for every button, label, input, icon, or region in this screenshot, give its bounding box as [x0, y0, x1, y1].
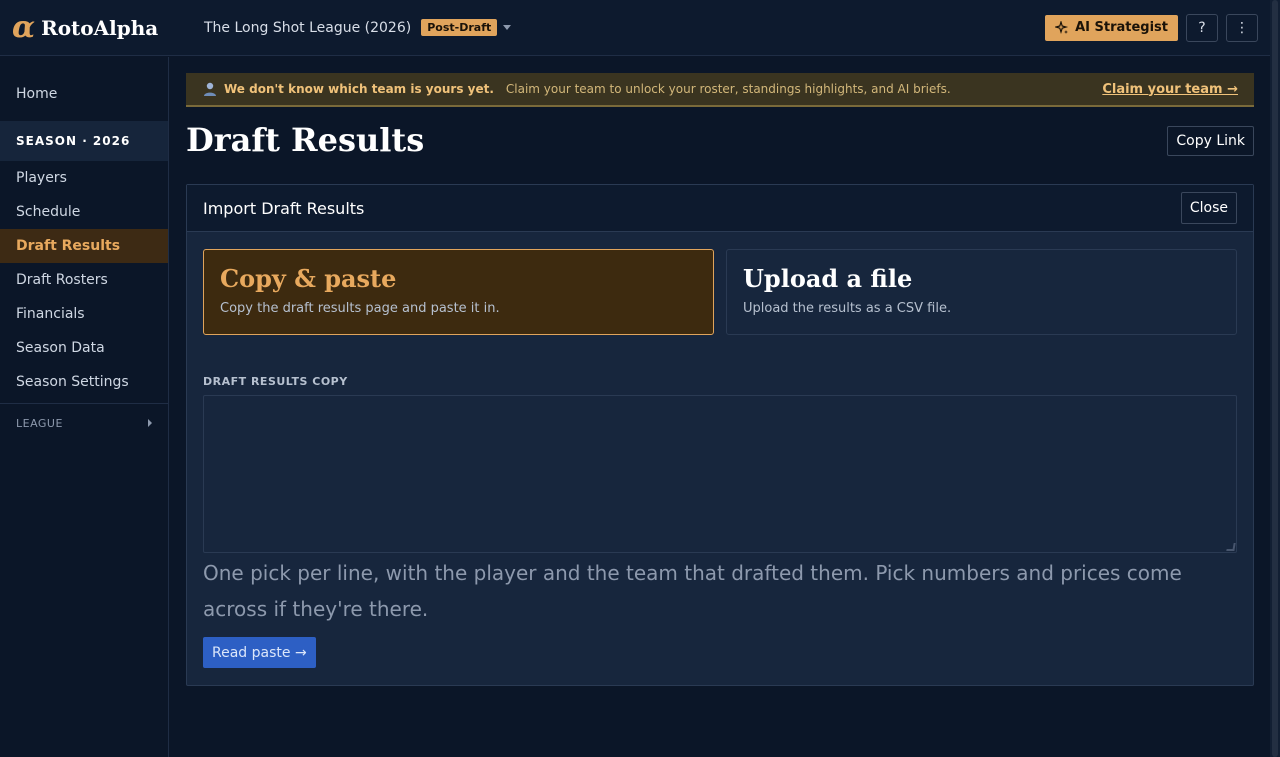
claim-team-link[interactable]: Claim your team →: [1102, 82, 1238, 97]
app-logo[interactable]: α RotoAlpha: [12, 9, 192, 45]
paste-help-text: One pick per line, with the player and t…: [203, 561, 1182, 621]
sidebar-section-league[interactable]: LEAGUE: [0, 408, 168, 438]
option-description: Copy the draft results page and paste it…: [220, 301, 500, 316]
scrollbar-thumb[interactable]: [1272, 0, 1278, 757]
help-button[interactable]: ?: [1186, 13, 1218, 42]
import-draft-panel: Import Draft Results Close Copy & paste …: [186, 184, 1254, 686]
user-icon: [204, 82, 216, 96]
option-copy-paste[interactable]: Copy & paste Copy the draft results page…: [203, 249, 714, 335]
sidebar-item-season-data[interactable]: Season Data: [0, 331, 168, 365]
option-title: Upload a file: [743, 264, 913, 293]
sidebar: Home SEASON · 2026 Players Schedule Draf…: [0, 57, 169, 757]
resize-grip-icon[interactable]: [1226, 543, 1236, 551]
sidebar-item-season-settings[interactable]: Season Settings: [0, 365, 168, 399]
sidebar-item-financials[interactable]: Financials: [0, 297, 168, 331]
league-name: The Long Shot League (2026): [204, 19, 412, 36]
sidebar-item-players[interactable]: Players: [0, 161, 168, 195]
option-description: Upload the results as a CSV file.: [743, 301, 952, 316]
alpha-logo-icon: α: [12, 9, 36, 45]
draft-results-field-label: DRAFT RESULTS COPY: [203, 375, 348, 388]
sidebar-item-home[interactable]: Home: [0, 77, 168, 111]
chevron-right-icon: [148, 419, 152, 427]
banner-message: Claim your team to unlock your roster, s…: [505, 82, 951, 96]
sidebar-section-season: SEASON · 2026: [0, 121, 168, 161]
sidebar-item-draft-results[interactable]: Draft Results: [0, 229, 168, 263]
option-title: Copy & paste: [220, 264, 397, 293]
sidebar-item-draft-rosters[interactable]: Draft Rosters: [0, 263, 168, 297]
panel-header: Import Draft Results Close: [187, 185, 1253, 232]
read-paste-button[interactable]: Read paste →: [203, 637, 316, 668]
league-section-label: LEAGUE: [16, 416, 63, 430]
page-scrollbar[interactable]: [1270, 0, 1280, 757]
sparkle-icon: [1055, 20, 1069, 34]
chevron-down-icon: [503, 25, 512, 30]
claim-team-banner: We don't know which team is yours yet. C…: [186, 73, 1254, 107]
league-status-badge: Post-Draft: [421, 19, 498, 36]
page-title: Draft Results: [186, 121, 425, 159]
app-name: RotoAlpha: [41, 15, 159, 40]
sidebar-item-schedule[interactable]: Schedule: [0, 195, 168, 229]
close-button[interactable]: Close: [1180, 192, 1237, 224]
ai-strategist-button[interactable]: AI Strategist: [1045, 14, 1178, 41]
option-upload-file[interactable]: Upload a file Upload the results as a CS…: [726, 249, 1237, 335]
banner-heading: We don't know which team is yours yet.: [224, 82, 494, 96]
draft-results-textarea[interactable]: [203, 395, 1237, 553]
panel-title: Import Draft Results: [203, 198, 365, 218]
top-bar: α RotoAlpha The Long Shot League (2026) …: [0, 0, 1270, 56]
copy-link-button[interactable]: Copy Link: [1167, 126, 1254, 156]
import-method-options: Copy & paste Copy the draft results page…: [203, 249, 1237, 335]
ai-strategist-label: AI Strategist: [1075, 20, 1168, 35]
sidebar-divider: [0, 403, 168, 404]
more-menu-button[interactable]: ⋮: [1226, 13, 1258, 42]
league-selector[interactable]: The Long Shot League (2026) Post-Draft: [204, 19, 512, 36]
